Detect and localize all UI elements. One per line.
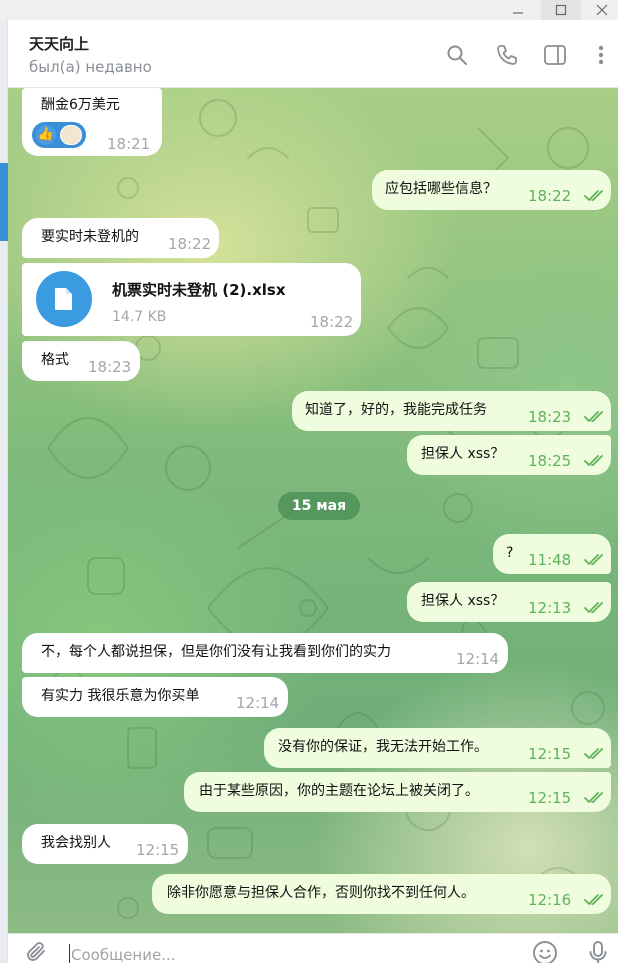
message-composer (8, 933, 618, 963)
message-text: 酬金6万美元 (41, 97, 120, 113)
minimize-icon (513, 12, 523, 14)
message-time: 18:25 (528, 452, 572, 470)
message-time: 11:48 (528, 551, 572, 569)
message-outgoing[interactable]: 担保人 xss？ 12:13 (407, 582, 611, 622)
sidebar-toggle-button[interactable] (542, 42, 568, 68)
message-text: 我会找别人 (41, 835, 111, 851)
message-text: 担保人 xss？ (421, 593, 505, 609)
message-outgoing[interactable]: ? 11:48 (493, 534, 611, 574)
more-button[interactable] (588, 42, 614, 68)
phone-icon (497, 45, 517, 65)
chat-header: 天天向上 был(а) недавно (8, 20, 618, 88)
message-text: 没有你的保证，我无法开始工作。 (278, 739, 488, 755)
message-time: 12:15 (528, 745, 572, 763)
search-icon (447, 45, 467, 65)
emoji-icon[interactable] (532, 940, 558, 963)
message-time: 12:16 (528, 891, 572, 909)
search-button[interactable] (444, 42, 470, 68)
window-titlebar (0, 0, 618, 20)
message-text: 知道了，好的，我能完成任务 (305, 402, 487, 418)
message-text: 应包括哪些信息？ (385, 181, 497, 197)
message-incoming[interactable]: 我会找别人 12:15 (22, 824, 188, 864)
message-time: 12:15 (528, 789, 572, 807)
message-time: 18:22 (168, 235, 212, 253)
message-time: 12:14 (456, 650, 500, 668)
message-text: 格式 (41, 352, 69, 368)
file-icon (55, 288, 72, 310)
chat-title[interactable]: 天天向上 (29, 33, 89, 54)
avatar-sticker-icon (60, 125, 82, 145)
call-button[interactable] (494, 42, 520, 68)
message-time: 18:23 (528, 408, 572, 426)
message-incoming[interactable]: 不，每个人都说担保，但是你们没有让我看到你们的实力 12:14 (22, 633, 508, 673)
message-outgoing[interactable]: 应包括哪些信息？ 18:22 (372, 170, 611, 210)
message-text: 不，每个人都说担保，但是你们没有让我看到你们的实力 (41, 644, 391, 660)
message-text: ? (506, 545, 514, 561)
paperclip-icon[interactable] (24, 940, 48, 963)
message-incoming[interactable]: 要实时未登机的 18:22 (22, 218, 219, 258)
maximize-icon (555, 4, 567, 16)
message-outgoing[interactable]: 由于某些原因，你的主题在论坛上被关闭了。 12:15 (184, 772, 611, 812)
message-time: 18:21 (107, 135, 151, 153)
double-check-icon (584, 894, 603, 905)
close-icon (596, 4, 608, 16)
message-list[interactable]: 酬金6万美元 👍 18:21 应包括哪些信息？ 18:22 要实时未登机的 18… (8, 88, 618, 933)
double-check-icon (584, 455, 603, 466)
more-vertical-icon (598, 45, 604, 65)
message-time: 18:22 (528, 187, 572, 205)
double-check-icon (584, 748, 603, 759)
message-input[interactable] (71, 944, 451, 963)
message-text: 要实时未登机的 (41, 229, 139, 245)
message-text: 担保人 xss？ (421, 446, 505, 462)
thumbs-up-icon: 👍 (36, 125, 56, 145)
message-outgoing[interactable]: 担保人 xss？ 18:25 (407, 435, 611, 475)
message-text: 由于某些原因，你的主题在论坛上被关闭了。 (199, 783, 479, 799)
message-incoming[interactable]: 有实力 我很乐意为你买单 12:14 (22, 677, 288, 717)
message-time: 12:15 (136, 841, 180, 859)
close-button[interactable] (582, 0, 618, 20)
selected-chat-indicator (0, 163, 8, 241)
double-check-icon (584, 554, 603, 565)
microphone-icon[interactable] (588, 940, 608, 963)
file-name: 机票实时未登机 (2).xlsx (112, 281, 286, 299)
message-time: 18:22 (310, 313, 354, 331)
message-time: 12:13 (528, 599, 572, 617)
chat-list-edge (0, 20, 8, 963)
reaction-badge[interactable]: 👍 (32, 122, 86, 148)
double-check-icon (584, 792, 603, 803)
message-incoming[interactable]: 酬金6万美元 👍 18:21 (22, 88, 162, 156)
message-text: 有实力 我很乐意为你买单 (41, 688, 200, 704)
text-cursor (69, 944, 70, 963)
message-time: 12:14 (236, 694, 280, 712)
file-download-button[interactable] (36, 271, 92, 327)
message-outgoing[interactable]: 知道了，好的，我能完成任务 18:23 (292, 391, 611, 431)
message-outgoing[interactable]: 除非你愿意与担保人合作，否则你找不到任何人。 12:16 (152, 874, 611, 914)
message-outgoing[interactable]: 没有你的保证，我无法开始工作。 12:15 (264, 728, 611, 768)
file-size: 14.7 KB (112, 309, 167, 325)
chat-status: был(а) недавно (29, 58, 152, 76)
message-time: 18:23 (88, 358, 132, 376)
double-check-icon (584, 190, 603, 201)
date-separator: 15 мая (278, 492, 360, 520)
message-file-attachment[interactable]: 机票实时未登机 (2).xlsx 14.7 KB 18:22 (22, 263, 361, 336)
message-incoming[interactable]: 格式 18:23 (22, 341, 140, 381)
message-text: 除非你愿意与担保人合作，否则你找不到任何人。 (167, 885, 475, 901)
double-check-icon (584, 602, 603, 613)
minimize-button[interactable] (498, 0, 538, 20)
double-check-icon (584, 411, 603, 422)
maximize-button[interactable] (541, 0, 581, 20)
sidebar-toggle-icon (544, 45, 566, 65)
